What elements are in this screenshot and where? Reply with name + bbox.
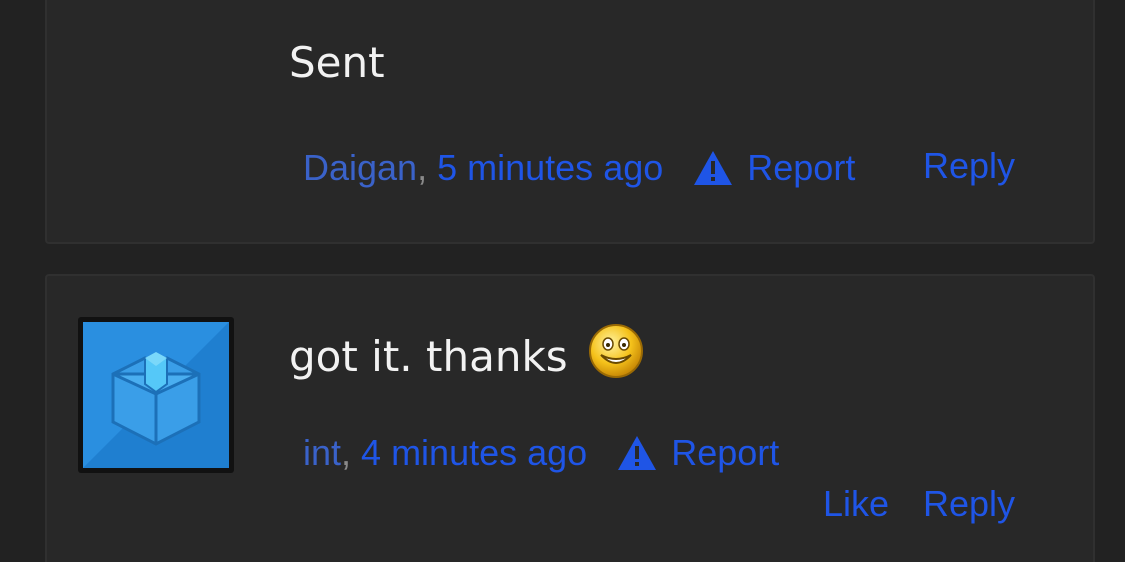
message-text: got it. thanks (289, 331, 568, 381)
report-label: Report (747, 147, 856, 188)
meta-separator: , (341, 432, 352, 473)
author-link[interactable]: Daigan (303, 148, 417, 188)
reply-button[interactable]: Reply (923, 146, 1015, 186)
timestamp-link[interactable]: 4 minutes ago (361, 433, 587, 473)
comment-message: Sent (289, 38, 385, 87)
report-button[interactable]: Report (617, 433, 779, 473)
like-button[interactable]: Like (823, 484, 889, 524)
comment-card: Sent Daigan , 5 minutes ago Report Reply (45, 0, 1095, 244)
comment-meta: Daigan , 5 minutes ago Report (303, 148, 855, 188)
report-label: Report (671, 432, 780, 473)
smiley-icon (588, 323, 644, 390)
comment-card: got it. thanks int , 4 minutes ago Repor… (45, 274, 1095, 562)
comment-message: got it. thanks (289, 323, 644, 390)
reply-button[interactable]: Reply (923, 484, 1015, 524)
comments-page: Sent Daigan , 5 minutes ago Report Reply (0, 0, 1125, 562)
comment-meta: int , 4 minutes ago Report (303, 433, 779, 473)
warning-icon (618, 436, 657, 470)
meta-separator: , (417, 147, 428, 188)
timestamp-link[interactable]: 5 minutes ago (437, 148, 663, 188)
author-link[interactable]: int (303, 433, 341, 473)
report-button[interactable]: Report (693, 148, 855, 188)
warning-icon (694, 151, 733, 185)
avatar[interactable] (78, 317, 234, 473)
cube-avatar-image (83, 322, 229, 468)
